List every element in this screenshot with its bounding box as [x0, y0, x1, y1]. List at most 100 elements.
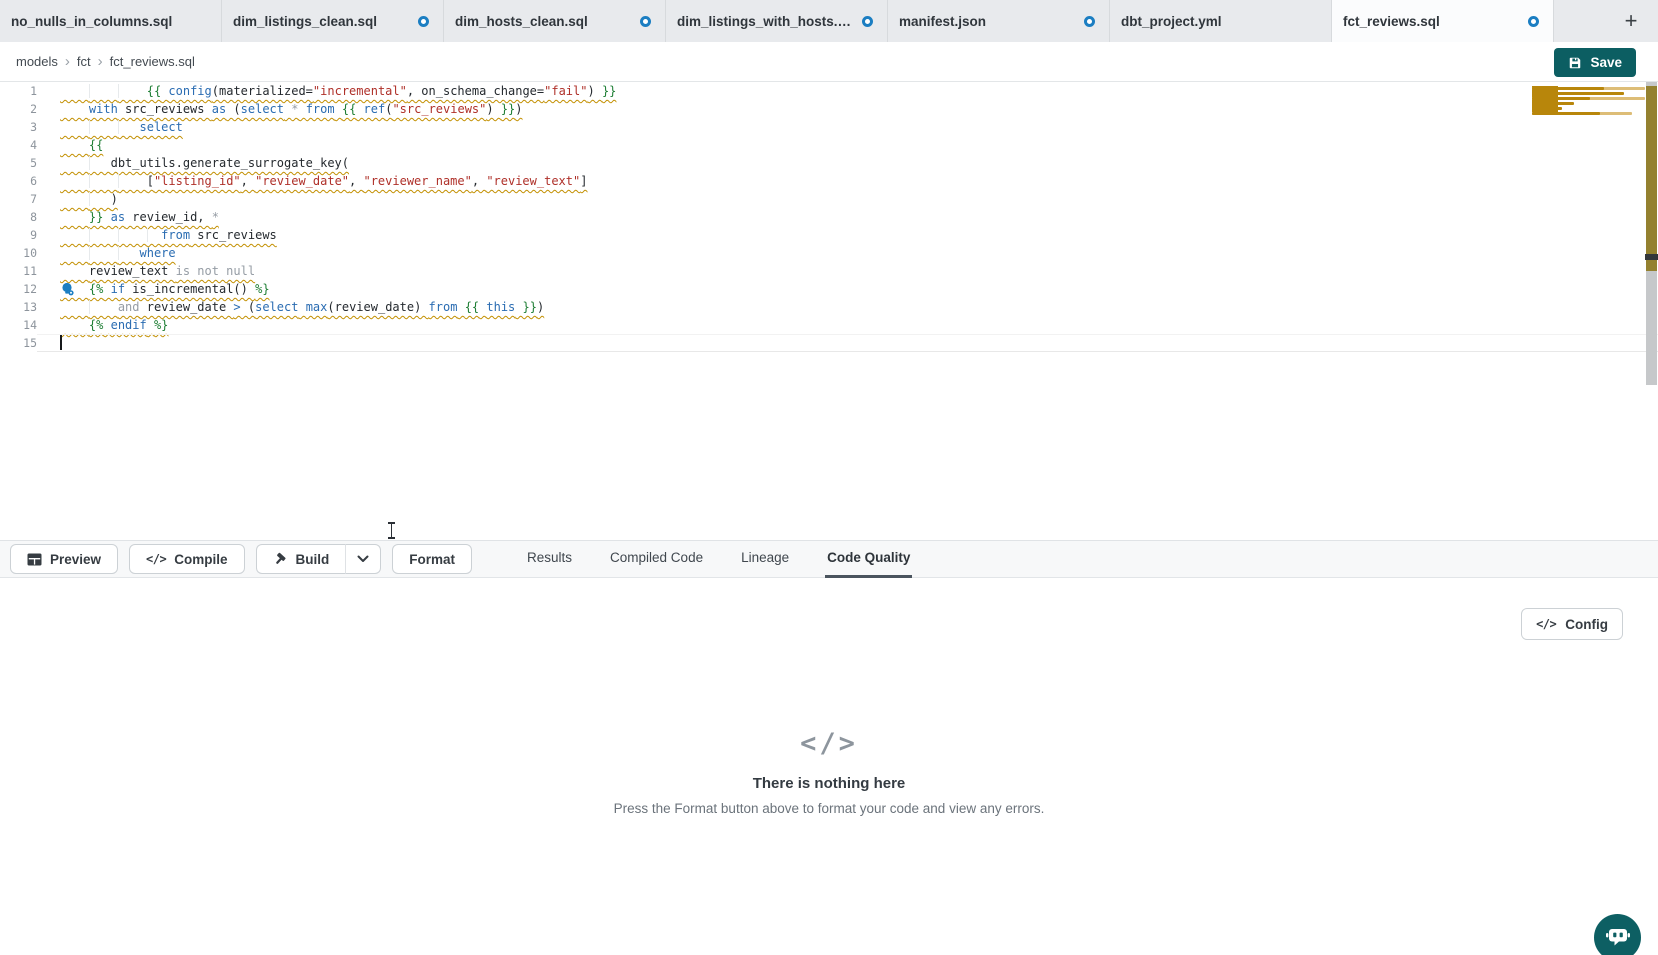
file-tab-label: dbt_project.yml: [1121, 14, 1222, 29]
line-number: 12: [0, 280, 37, 298]
line-content: review_text is not null: [37, 262, 1658, 280]
preview-label: Preview: [50, 552, 101, 567]
unsaved-changes-dot: [640, 16, 651, 27]
unsaved-changes-dot: [1528, 16, 1539, 27]
code-lines: 1 {{ config(materialized="incremental", …: [0, 82, 1658, 352]
line-number: 15: [0, 334, 37, 352]
minimap[interactable]: [1532, 84, 1645, 204]
code-line[interactable]: 9 from src_reviews: [0, 226, 1658, 244]
panel-tab-compiled-code[interactable]: Compiled Code: [608, 540, 705, 578]
panel-tab-code-quality[interactable]: Code Quality: [825, 540, 912, 578]
line-content: ): [37, 190, 1658, 208]
code-line[interactable]: 13 and review_date > (select max(review_…: [0, 298, 1658, 316]
text-caret: [60, 335, 62, 350]
file-tab[interactable]: dim_listings_with_hosts.sql: [666, 0, 888, 42]
compile-label: Compile: [174, 552, 227, 567]
panel-tab-results[interactable]: Results: [525, 540, 574, 578]
save-button[interactable]: Save: [1554, 48, 1636, 77]
lightbulb-code-action-icon[interactable]: [60, 282, 75, 297]
line-content: dbt_utils.generate_surrogate_key(: [37, 154, 1658, 172]
line-content: {% if is_incremental() %}: [37, 280, 1658, 298]
line-content: from src_reviews: [37, 226, 1658, 244]
unsaved-changes-dot: [862, 16, 873, 27]
file-tab[interactable]: dim_hosts_clean.sql: [444, 0, 666, 42]
code-line[interactable]: 4 {{: [0, 136, 1658, 154]
line-number: 10: [0, 244, 37, 262]
code-quality-panel: </> Config </> There is nothing here Pre…: [0, 578, 1658, 955]
mouse-ibeam-cursor: [387, 522, 396, 539]
overview-ruler: [1645, 82, 1658, 540]
code-line[interactable]: 10 where: [0, 244, 1658, 262]
line-content: {% endif %}: [37, 316, 1658, 334]
cursor-mark: [1645, 254, 1658, 260]
file-tab-label: no_nulls_in_columns.sql: [11, 14, 172, 29]
compile-button[interactable]: </> Compile: [129, 544, 244, 574]
line-content: ["listing_id", "review_date", "reviewer_…: [37, 172, 1658, 190]
empty-state-title: There is nothing here: [0, 775, 1658, 792]
code-line[interactable]: 15: [0, 334, 1658, 352]
code-icon: </>: [146, 552, 166, 566]
code-line[interactable]: 11 review_text is not null: [0, 262, 1658, 280]
breadcrumb-separator: ›: [65, 54, 70, 69]
code-editor[interactable]: 1 {{ config(materialized="incremental", …: [0, 82, 1658, 540]
code-line[interactable]: 14 {% endif %}: [0, 316, 1658, 334]
code-line[interactable]: 1 {{ config(materialized="incremental", …: [0, 82, 1658, 100]
file-tab-label: dim_hosts_clean.sql: [455, 14, 588, 29]
line-content: [37, 334, 1658, 352]
code-line[interactable]: 5 dbt_utils.generate_surrogate_key(: [0, 154, 1658, 172]
file-tab[interactable]: manifest.json: [888, 0, 1110, 42]
file-tab[interactable]: no_nulls_in_columns.sql: [0, 0, 222, 42]
code-line[interactable]: 6 ["listing_id", "review_date", "reviewe…: [0, 172, 1658, 190]
breadcrumb-separator: ›: [98, 54, 103, 69]
file-tab-label: dim_listings_with_hosts.sql: [677, 14, 854, 29]
chat-assistant-button[interactable]: [1594, 914, 1641, 955]
file-tab-label: fct_reviews.sql: [1343, 14, 1440, 29]
line-content: {{ config(materialized="incremental", on…: [37, 82, 1658, 100]
line-number: 9: [0, 226, 37, 244]
new-tab-button[interactable]: +: [1616, 0, 1646, 42]
file-tab[interactable]: fct_reviews.sql: [1332, 0, 1554, 42]
line-number: 13: [0, 298, 37, 316]
line-number: 6: [0, 172, 37, 190]
editor-toolbar: Preview </> Compile Build Format Results…: [0, 540, 1658, 578]
panel-tab-lineage[interactable]: Lineage: [739, 540, 791, 578]
empty-state-subtitle: Press the Format button above to format …: [0, 801, 1658, 816]
line-number: 8: [0, 208, 37, 226]
breadcrumb-item[interactable]: fct: [77, 54, 91, 69]
save-icon: [1568, 56, 1582, 70]
line-content: with src_reviews as (select * from {{ re…: [37, 100, 1658, 118]
code-line[interactable]: 3 select: [0, 118, 1658, 136]
line-number: 4: [0, 136, 37, 154]
robot-chat-icon: [1605, 922, 1631, 948]
format-label: Format: [409, 552, 455, 567]
preview-button[interactable]: Preview: [10, 544, 118, 574]
file-tab-bar: no_nulls_in_columns.sql dim_listings_clea…: [0, 0, 1658, 42]
table-icon: [27, 553, 42, 566]
format-button[interactable]: Format: [392, 544, 472, 574]
code-line[interactable]: 8 }} as review_id, *: [0, 208, 1658, 226]
unsaved-changes-dot: [418, 16, 429, 27]
line-content: and review_date > (select max(review_dat…: [37, 298, 1658, 316]
file-tab[interactable]: dbt_project.yml: [1110, 0, 1332, 42]
config-button[interactable]: </> Config: [1521, 608, 1623, 640]
build-button[interactable]: Build: [256, 544, 346, 574]
line-content: select: [37, 118, 1658, 136]
code-line[interactable]: 12 {% if is_incremental() %}: [0, 280, 1658, 298]
line-content: }} as review_id, *: [37, 208, 1658, 226]
line-number: 5: [0, 154, 37, 172]
chevron-down-icon: [357, 555, 369, 563]
line-number: 1: [0, 82, 37, 100]
breadcrumb-item[interactable]: models: [16, 54, 58, 69]
code-line[interactable]: 2 with src_reviews as (select * from {{ …: [0, 100, 1658, 118]
build-label: Build: [296, 552, 330, 567]
code-line[interactable]: 7 ): [0, 190, 1658, 208]
ide-window: no_nulls_in_columns.sql dim_listings_clea…: [0, 0, 1658, 955]
file-tab[interactable]: dim_listings_clean.sql: [222, 0, 444, 42]
warning-marks: [1646, 86, 1657, 271]
empty-state: </> There is nothing here Press the Form…: [0, 728, 1658, 816]
build-dropdown-button[interactable]: [345, 544, 381, 574]
line-number: 11: [0, 262, 37, 280]
line-number: 14: [0, 316, 37, 334]
save-label: Save: [1590, 55, 1622, 70]
line-content: where: [37, 244, 1658, 262]
